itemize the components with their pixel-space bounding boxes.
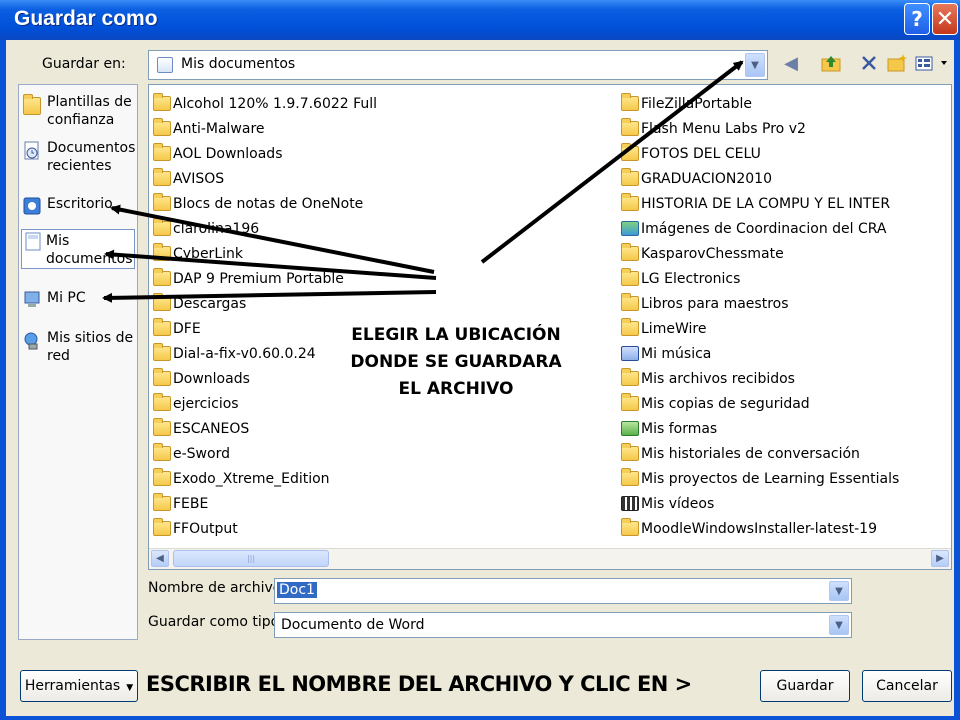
annotation-arrows — [102, 60, 744, 303]
arrow-to-my-computer — [102, 290, 437, 303]
arrow-to-my-documents — [104, 249, 437, 280]
arrow-to-save-in-dropdown — [480, 60, 744, 264]
arrow-to-desktop — [110, 204, 435, 274]
